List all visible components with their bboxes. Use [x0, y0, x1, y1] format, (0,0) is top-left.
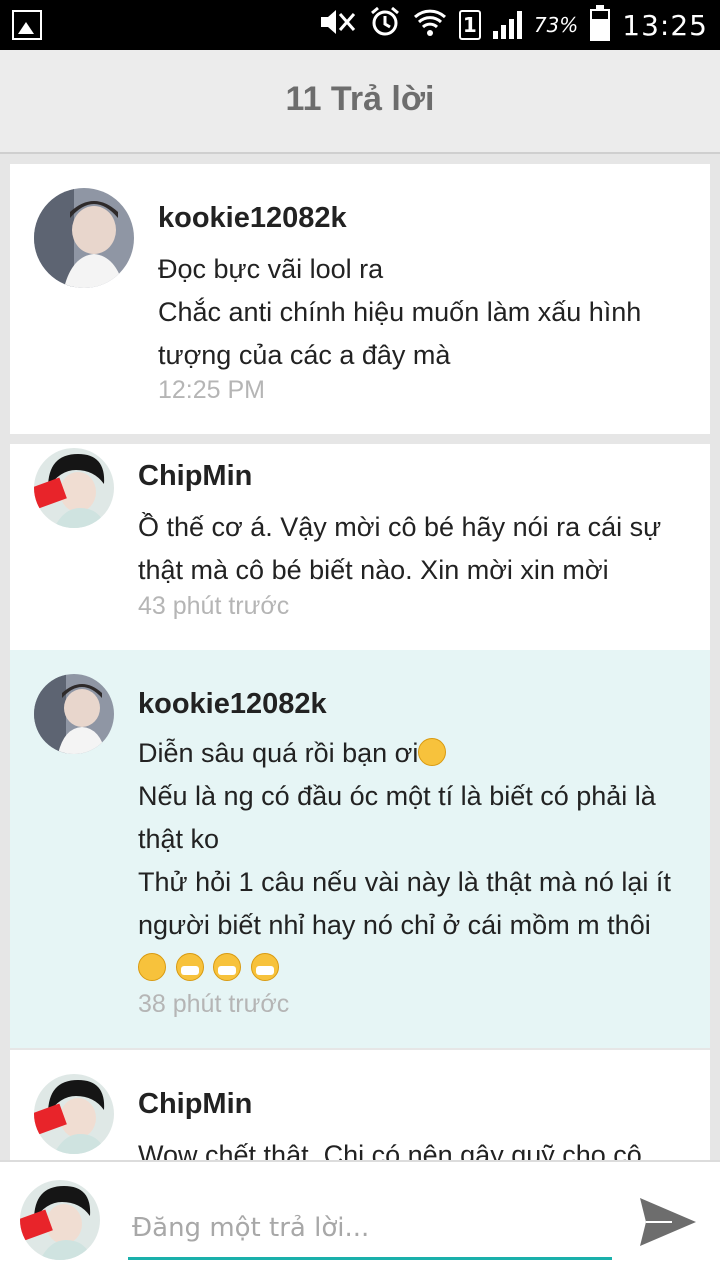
avatar[interactable]	[34, 674, 114, 754]
battery-percent: 73%	[533, 13, 579, 37]
gallery-icon	[12, 10, 42, 40]
page-title: 11 Trả lời	[285, 80, 435, 118]
comment-author[interactable]: ChipMin	[138, 460, 252, 493]
comment-author[interactable]: kookie12082k	[158, 202, 347, 235]
send-icon[interactable]	[636, 1192, 700, 1252]
comment-item[interactable]: ChipMin Ồ thế cơ á. Vậy mời cô bé hãy nó…	[10, 444, 710, 650]
mask-face-emoji	[250, 953, 279, 981]
comment-time: 12:25 PM	[158, 376, 266, 404]
comment-author[interactable]: ChipMin	[138, 1088, 252, 1121]
comment-item[interactable]: kookie12082k Đọc bực vãi lool ra Chắc an…	[10, 164, 710, 434]
comment-text: Wow chết thật. Chị có nên gây quỹ cho cô	[138, 1140, 642, 1160]
avatar[interactable]	[34, 188, 134, 288]
comment-time: 43 phút trước	[138, 592, 290, 620]
status-bar: 1 73% 13:25	[0, 0, 720, 50]
sim-icon: 1	[458, 10, 481, 40]
comment-item-highlighted[interactable]: kookie12082k Diễn sâu quá rồi bạn ơi Nếu…	[10, 650, 710, 1048]
avatar[interactable]	[34, 1074, 114, 1154]
reply-input[interactable]	[128, 1198, 612, 1260]
comment-text: Ồ thế cơ á. Vậy mời cô bé hãy nói ra cái…	[138, 512, 662, 585]
clock: 13:25	[622, 8, 708, 42]
comment-author[interactable]: kookie12082k	[138, 688, 327, 721]
battery-icon	[590, 5, 611, 41]
comment-text: Đọc bực vãi lool ra Chắc anti chính hiệu…	[158, 254, 642, 370]
reply-list[interactable]: kookie12082k Đọc bực vãi lool ra Chắc an…	[10, 164, 710, 1160]
sleepy-face-emoji	[418, 738, 447, 766]
mute-icon	[317, 7, 357, 44]
signal-icon	[492, 11, 522, 39]
header-bar: 11 Trả lời	[0, 50, 720, 154]
current-user-avatar[interactable]	[20, 1180, 100, 1260]
mask-face-emoji	[175, 953, 204, 981]
reply-composer	[0, 1160, 720, 1280]
comment-item[interactable]: ChipMin Wow chết thật. Chị có nên gây qu…	[10, 1050, 710, 1160]
mask-face-emoji	[213, 953, 242, 981]
astonished-face-emoji	[138, 953, 166, 981]
wifi-icon	[413, 7, 447, 44]
status-icons: 1 73% 13:25	[317, 5, 708, 45]
comment-time: 38 phút trước	[138, 990, 290, 1018]
alarm-icon	[369, 6, 401, 45]
avatar[interactable]	[34, 448, 114, 528]
comment-text: Diễn sâu quá rồi bạn ơi Nếu là ng có đầu…	[138, 732, 671, 990]
